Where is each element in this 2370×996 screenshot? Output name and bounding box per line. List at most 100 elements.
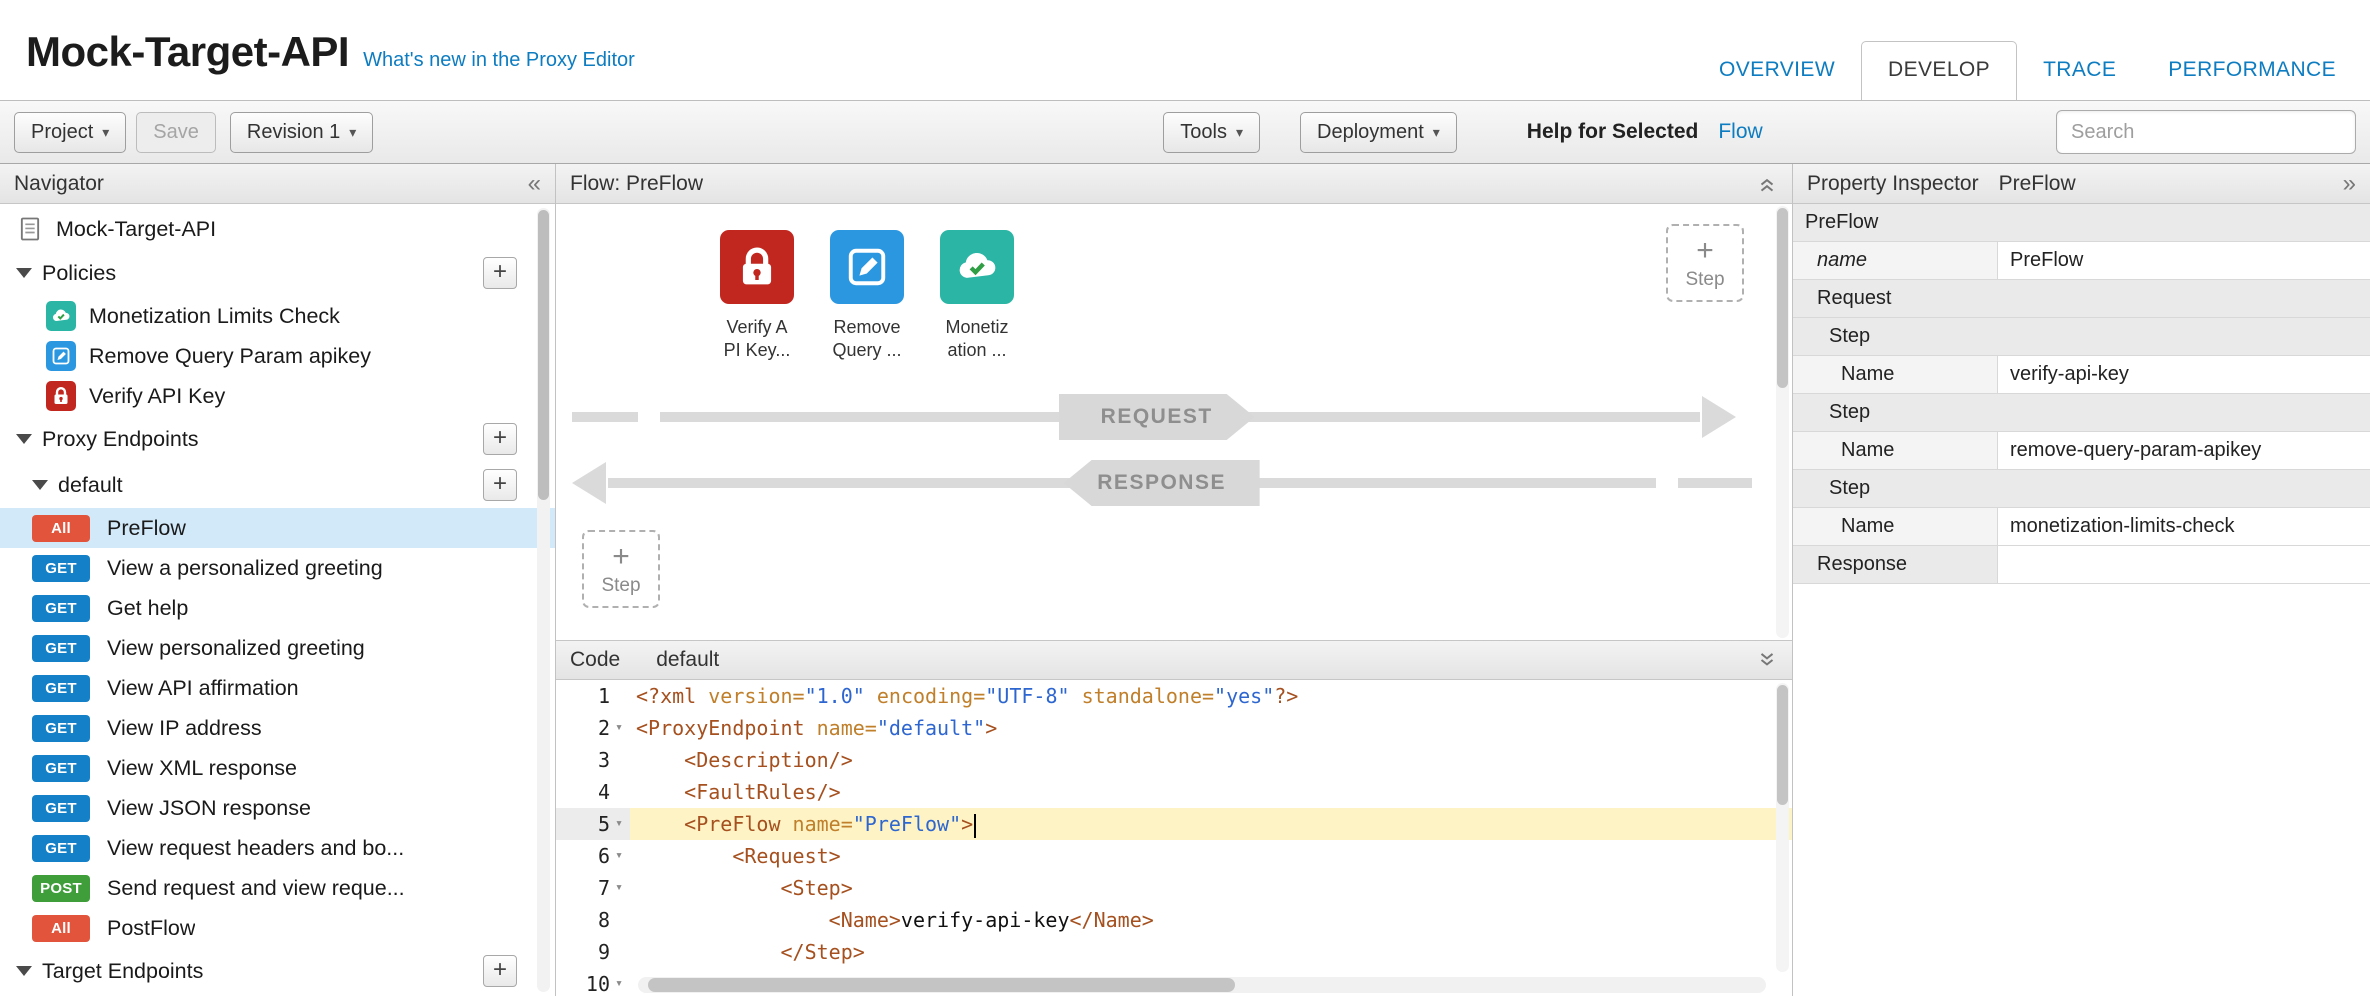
navigator-flow-view-request-headers-and-bo[interactable]: GETView request headers and bo... (0, 828, 555, 868)
code-line-6[interactable]: 6▾ <Request> (556, 840, 1792, 872)
code-horizontal-scrollbar[interactable] (638, 977, 1766, 993)
code-line-5[interactable]: 5▾ <PreFlow name="PreFlow"> (556, 808, 1792, 840)
inspector-section-step[interactable]: Step (1793, 394, 2370, 432)
code-editor[interactable]: 1<?xml version="1.0" encoding="UTF-8" st… (556, 680, 1792, 996)
inspector-value-cell[interactable] (1998, 546, 2370, 583)
inspector-value-cell[interactable]: remove-query-param-apikey (1998, 432, 2370, 469)
expand-right-icon[interactable]: » (2343, 172, 2356, 196)
navigator-flow-view-json-response[interactable]: GETView JSON response (0, 788, 555, 828)
inspector-row-name[interactable]: Namemonetization-limits-check (1793, 508, 2370, 546)
collapse-left-icon[interactable]: « (528, 172, 541, 196)
navigator-flow-get-help[interactable]: GETGet help (0, 588, 555, 628)
inspector-section-request[interactable]: Request (1793, 280, 2370, 318)
scrollbar-thumb[interactable] (538, 210, 549, 500)
fold-caret-icon[interactable]: ▾ (610, 872, 628, 904)
navigator-root-item[interactable]: Mock-Target-API (0, 208, 555, 250)
pencil-icon (46, 341, 76, 371)
code-line-1[interactable]: 1<?xml version="1.0" encoding="UTF-8" st… (556, 680, 1792, 712)
flow-item-label: Get help (107, 596, 188, 621)
navigator-flow-postflow[interactable]: AllPostFlow (0, 908, 555, 948)
fold-caret-icon[interactable]: ▾ (610, 712, 628, 744)
flow-rows: AllPreFlowGETView a personalized greetin… (0, 508, 555, 948)
code-line-content: <PreFlow name="PreFlow"> (630, 808, 1792, 840)
whats-new-link[interactable]: What's new in the Proxy Editor (363, 49, 635, 72)
tab-trace[interactable]: TRACE (2017, 42, 2142, 100)
flow-policy-remove-query-param[interactable]: Remove Query ... (806, 230, 928, 362)
code-line-2[interactable]: 2▾<ProxyEndpoint name="default"> (556, 712, 1792, 744)
navigator-flow-view-api-affirmation[interactable]: GETView API affirmation (0, 668, 555, 708)
plus-icon: + (612, 542, 630, 572)
navigator-flow-preflow[interactable]: AllPreFlow (0, 508, 555, 548)
inspector-value-cell[interactable]: monetization-limits-check (1998, 508, 2370, 545)
tab-overview[interactable]: OVERVIEW (1693, 42, 1861, 100)
deployment-button[interactable]: Deployment ▾ (1300, 112, 1457, 153)
inspector-section-preflow[interactable]: PreFlow (1793, 204, 2370, 242)
flow-policy-monetization[interactable]: Monetiz ation ... (916, 230, 1038, 362)
code-line-8[interactable]: 8 <Name>verify-api-key</Name> (556, 904, 1792, 936)
code-vertical-scrollbar[interactable] (1776, 683, 1789, 972)
title-row: Mock-Target-API What's new in the Proxy … (26, 28, 635, 100)
navigator-flow-view-a-personalized-greeting[interactable]: GETView a personalized greeting (0, 548, 555, 588)
add-target-endpoint-button[interactable]: + (483, 955, 517, 987)
navigator-flow-view-ip-address[interactable]: GETView IP address (0, 708, 555, 748)
flow-policy-label: Verify A PI Key... (696, 316, 818, 362)
inspector-key-cell: Name (1793, 432, 1998, 469)
add-step-request-button[interactable]: + Step (1666, 224, 1744, 302)
inspector-section-step[interactable]: Step (1793, 318, 2370, 356)
code-token: </Name> (1069, 908, 1153, 932)
add-proxy-endpoint-button[interactable]: + (483, 423, 517, 455)
search-input[interactable] (2056, 110, 2356, 154)
flow-policy-verify-api-key[interactable]: Verify A PI Key... (696, 230, 818, 362)
scrollbar-thumb[interactable] (1777, 208, 1788, 388)
property-inspector-title: Property Inspector (1807, 172, 1979, 196)
method-badge: GET (32, 755, 90, 782)
code-token (636, 844, 732, 868)
code-panel-title: Code (570, 648, 620, 672)
add-step-response-button[interactable]: + Step (582, 530, 660, 608)
add-flow-button[interactable]: + (483, 469, 517, 501)
navigator-flow-send-request-and-view-reque[interactable]: POSTSend request and view reque... (0, 868, 555, 908)
code-line-9[interactable]: 9 </Step> (556, 936, 1792, 968)
policy-item-remove-query-param-apikey[interactable]: Remove Query Param apikey (0, 336, 555, 376)
fold-caret-icon[interactable]: ▾ (610, 968, 628, 996)
flow-scrollbar[interactable] (1776, 206, 1789, 638)
code-line-3[interactable]: 3 <Description/> (556, 744, 1792, 776)
navigator-section-target-endpoints[interactable]: Target Endpoints + (0, 948, 555, 994)
code-token (636, 908, 829, 932)
collapse-up-icon[interactable] (1756, 173, 1778, 195)
tab-performance[interactable]: PERFORMANCE (2142, 42, 2362, 100)
navigator-section-proxy-endpoints[interactable]: Proxy Endpoints + (0, 416, 555, 462)
inspector-row-response[interactable]: Response (1793, 546, 2370, 584)
method-badge: GET (32, 835, 90, 862)
save-button[interactable]: Save (136, 112, 216, 153)
inspector-section-step[interactable]: Step (1793, 470, 2370, 508)
code-line-content: <ProxyEndpoint name="default"> (630, 712, 1792, 744)
navigator-flow-view-personalized-greeting[interactable]: GETView personalized greeting (0, 628, 555, 668)
inspector-value-cell[interactable]: verify-api-key (1998, 356, 2370, 393)
code-line-content: </Step> (630, 936, 1792, 968)
inspector-value-cell[interactable]: PreFlow (1998, 242, 2370, 279)
code-line-7[interactable]: 7▾ <Step> (556, 872, 1792, 904)
help-flow-link[interactable]: Flow (1718, 120, 1762, 144)
policy-item-monetization-limits-check[interactable]: Monetization Limits Check (0, 296, 555, 336)
tools-button[interactable]: Tools ▾ (1163, 112, 1260, 153)
inspector-row-name[interactable]: Nameverify-api-key (1793, 356, 2370, 394)
revision-button[interactable]: Revision 1 ▾ (230, 112, 373, 153)
inspector-row-name[interactable]: Nameremove-query-param-apikey (1793, 432, 2370, 470)
fold-caret-icon[interactable]: ▾ (610, 808, 628, 840)
code-line-4[interactable]: 4 <FaultRules/> (556, 776, 1792, 808)
fold-caret-icon[interactable]: ▾ (610, 840, 628, 872)
navigator-flow-view-xml-response[interactable]: GETView XML response (0, 748, 555, 788)
inspector-row-name[interactable]: namePreFlow (1793, 242, 2370, 280)
scrollbar-thumb[interactable] (1777, 685, 1788, 805)
navigator-section-policies[interactable]: Policies + (0, 250, 555, 296)
navigator-endpoint-default[interactable]: default + (0, 462, 555, 508)
project-button[interactable]: Project ▾ (14, 112, 126, 153)
navigator-scrollbar[interactable] (537, 208, 550, 992)
collapse-down-icon[interactable] (1756, 649, 1778, 671)
method-badge: GET (32, 675, 90, 702)
policy-item-verify-api-key[interactable]: Verify API Key (0, 376, 555, 416)
add-policy-button[interactable]: + (483, 257, 517, 289)
tab-develop[interactable]: DEVELOP (1861, 41, 2017, 101)
scrollbar-thumb[interactable] (648, 978, 1235, 992)
